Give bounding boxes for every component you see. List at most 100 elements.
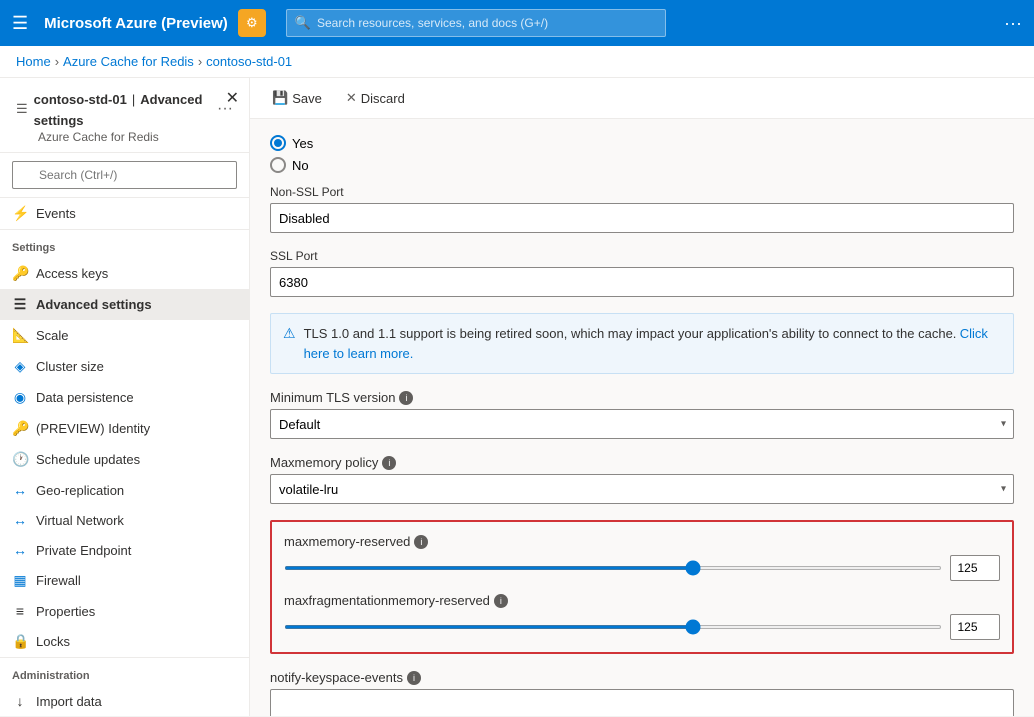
maxfrag-reserved-input[interactable] bbox=[950, 614, 1000, 640]
radio-yes-circle bbox=[270, 135, 286, 151]
sidebar-item-label: Geo-replication bbox=[36, 483, 124, 498]
radio-no-label: No bbox=[292, 158, 309, 173]
discard-icon: ✕ bbox=[346, 90, 357, 106]
sidebar-item-import-data[interactable]: ↓ Import data bbox=[0, 686, 249, 716]
sidebar-item-schedule-updates[interactable]: 🕐 Schedule updates bbox=[0, 444, 249, 475]
top-navigation: ☰ Microsoft Azure (Preview) ⚙ 🔍 Search r… bbox=[0, 0, 1034, 46]
sidebar-item-label: Events bbox=[36, 206, 76, 221]
save-label: Save bbox=[292, 91, 322, 106]
sidebar-item-label: Scale bbox=[36, 328, 69, 343]
maxmemory-reserved-slider[interactable] bbox=[284, 566, 942, 570]
maxmemory-policy-label: Maxmemory policy bbox=[270, 455, 378, 470]
sidebar-item-private-endpoint[interactable]: ↔ Private Endpoint bbox=[0, 535, 249, 565]
import-data-icon: ↓ bbox=[12, 693, 28, 709]
firewall-icon: ▦ bbox=[12, 572, 28, 589]
sidebar-item-label: Firewall bbox=[36, 573, 81, 588]
maxfrag-reserved-group: maxfragmentationmemory-reserved i bbox=[284, 593, 1000, 640]
sidebar-item-label: Access keys bbox=[36, 266, 108, 281]
breadcrumb-home[interactable]: Home bbox=[16, 54, 51, 69]
sidebar-item-cluster-size[interactable]: ◈ Cluster size bbox=[0, 351, 249, 382]
tls-info-text: TLS 1.0 and 1.1 support is being retired… bbox=[304, 326, 957, 341]
sidebar-item-label: Virtual Network bbox=[36, 513, 124, 528]
maxmemory-policy-select[interactable]: volatile-lru bbox=[270, 474, 1014, 504]
administration-section-title: Administration bbox=[0, 657, 249, 686]
radio-yes-label: Yes bbox=[292, 136, 313, 151]
page-header: ☰ contoso-std-01 | Advanced settings ···… bbox=[0, 78, 249, 153]
hamburger-menu-icon[interactable]: ☰ bbox=[12, 13, 28, 34]
breadcrumb-service[interactable]: Azure Cache for Redis bbox=[63, 54, 194, 69]
sidebar-item-geo-replication[interactable]: ↔ Geo-replication bbox=[0, 475, 249, 505]
private-endpoint-icon: ↔ bbox=[12, 542, 28, 558]
min-tls-group: Minimum TLS version i Default ▾ bbox=[270, 390, 1014, 439]
notify-keyspace-info-icon[interactable]: i bbox=[407, 671, 421, 685]
notify-keyspace-group: notify-keyspace-events i bbox=[270, 670, 1014, 716]
sidebar-item-label: Import data bbox=[36, 694, 102, 709]
ssl-port-input[interactable] bbox=[270, 267, 1014, 297]
sidebar-item-data-persistence[interactable]: ◉ Data persistence bbox=[0, 382, 249, 413]
ssl-port-group: SSL Port bbox=[270, 249, 1014, 297]
maxmemory-reserved-input[interactable] bbox=[950, 555, 1000, 581]
close-button[interactable]: ✕ bbox=[226, 88, 239, 108]
virtual-network-icon: ↔ bbox=[12, 512, 28, 528]
memory-reserved-section: maxmemory-reserved i maxfragmentationmem… bbox=[270, 520, 1014, 654]
non-ssl-port-input[interactable] bbox=[270, 203, 1014, 233]
sidebar-search-input[interactable] bbox=[12, 161, 237, 189]
non-ssl-port-label: Non-SSL Port bbox=[270, 185, 1014, 199]
maxmemory-policy-info-icon[interactable]: i bbox=[382, 456, 396, 470]
maxmemory-reserved-group: maxmemory-reserved i bbox=[284, 534, 1000, 581]
maxmemory-reserved-info-icon[interactable]: i bbox=[414, 535, 428, 549]
sidebar-item-label: Data persistence bbox=[36, 390, 134, 405]
min-tls-label: Minimum TLS version bbox=[270, 390, 395, 405]
sidebar-item-label: Cluster size bbox=[36, 359, 104, 374]
header-icon: ☰ bbox=[16, 101, 28, 117]
sidebar: ☰ contoso-std-01 | Advanced settings ···… bbox=[0, 78, 250, 716]
non-ssl-port-group: Non-SSL Port bbox=[270, 185, 1014, 233]
locks-icon: 🔒 bbox=[12, 633, 28, 650]
cluster-size-icon: ◈ bbox=[12, 358, 28, 375]
search-icon: 🔍 bbox=[295, 15, 311, 31]
scale-icon: 📐 bbox=[12, 327, 28, 344]
breadcrumb-resource[interactable]: contoso-std-01 bbox=[206, 54, 292, 69]
min-tls-info-icon[interactable]: i bbox=[399, 391, 413, 405]
geo-replication-icon: ↔ bbox=[12, 482, 28, 498]
sidebar-item-access-keys[interactable]: 🔑 Access keys bbox=[0, 258, 249, 289]
access-keys-icon: 🔑 bbox=[12, 265, 28, 282]
content-scroll: Yes No Non-SSL Port SSL Port ⚠ bbox=[250, 119, 1034, 716]
maxfrag-reserved-slider[interactable] bbox=[284, 625, 942, 629]
discard-label: Discard bbox=[361, 91, 405, 106]
ssl-radio-group: Yes No bbox=[270, 135, 1014, 173]
ssl-port-label: SSL Port bbox=[270, 249, 1014, 263]
app-icon: ⚙ bbox=[238, 9, 266, 37]
sidebar-item-label: Schedule updates bbox=[36, 452, 140, 467]
sidebar-item-label: Locks bbox=[36, 634, 70, 649]
min-tls-select[interactable]: Default bbox=[270, 409, 1014, 439]
global-search[interactable]: 🔍 Search resources, services, and docs (… bbox=[286, 9, 666, 37]
discard-button[interactable]: ✕ Discard bbox=[340, 86, 411, 110]
sidebar-item-advanced-settings[interactable]: ☰ Advanced settings bbox=[0, 289, 249, 320]
save-icon: 💾 bbox=[272, 90, 288, 106]
sidebar-item-properties[interactable]: ≡ Properties bbox=[0, 596, 249, 626]
notify-keyspace-input[interactable] bbox=[270, 689, 1014, 716]
sidebar-item-firewall[interactable]: ▦ Firewall bbox=[0, 565, 249, 596]
radio-no[interactable]: No bbox=[270, 157, 1014, 173]
settings-section-title: Settings bbox=[0, 229, 249, 258]
sidebar-item-virtual-network[interactable]: ↔ Virtual Network bbox=[0, 505, 249, 535]
notify-keyspace-label: notify-keyspace-events bbox=[270, 670, 403, 685]
sidebar-item-preview-identity[interactable]: 🔑 (PREVIEW) Identity bbox=[0, 413, 249, 444]
page-subtitle: Azure Cache for Redis bbox=[16, 130, 233, 144]
sidebar-item-label: (PREVIEW) Identity bbox=[36, 421, 150, 436]
sidebar-item-label: Private Endpoint bbox=[36, 543, 131, 558]
maxfrag-reserved-info-icon[interactable]: i bbox=[494, 594, 508, 608]
sidebar-item-locks[interactable]: 🔒 Locks bbox=[0, 626, 249, 657]
preview-identity-icon: 🔑 bbox=[12, 420, 28, 437]
maxmemory-policy-group: Maxmemory policy i volatile-lru ▾ bbox=[270, 455, 1014, 504]
properties-icon: ≡ bbox=[12, 603, 28, 619]
tls-warning-icon: ⚠ bbox=[283, 325, 296, 342]
search-placeholder: Search resources, services, and docs (G+… bbox=[317, 16, 548, 30]
top-more-button[interactable]: ··· bbox=[1004, 13, 1022, 34]
sidebar-item-events[interactable]: ⚡ Events bbox=[0, 198, 249, 229]
sidebar-item-scale[interactable]: 📐 Scale bbox=[0, 320, 249, 351]
radio-yes[interactable]: Yes bbox=[270, 135, 1014, 151]
tls-info-box: ⚠ TLS 1.0 and 1.1 support is being retir… bbox=[270, 313, 1014, 374]
save-button[interactable]: 💾 Save bbox=[266, 86, 328, 110]
